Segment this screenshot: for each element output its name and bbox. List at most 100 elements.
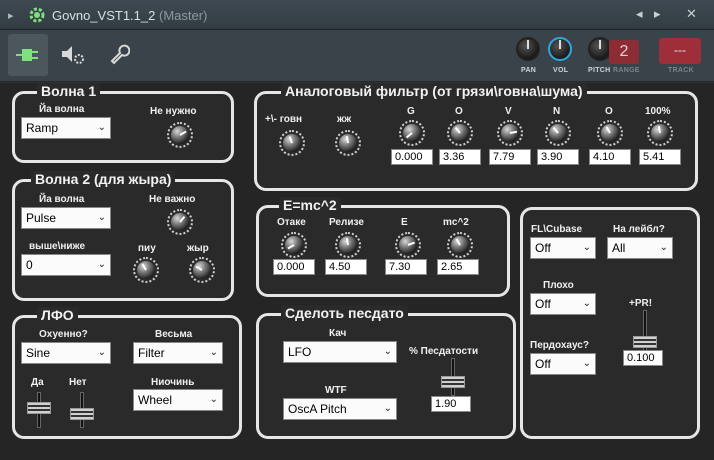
- title-bar: ▸ Govno_VST1.1_2 (Master) ◂ ▸ ✕: [0, 0, 714, 30]
- pitch-range-value[interactable]: 2: [609, 40, 639, 64]
- filter-o2-knob[interactable]: [597, 120, 623, 146]
- track-label: TRACK: [668, 67, 694, 74]
- wave2-title: Волна 2 (для жыра): [31, 171, 176, 187]
- tab-plugin[interactable]: [8, 34, 48, 76]
- filter-v-value[interactable]: 7.79: [489, 149, 531, 165]
- emc-mc2-knob[interactable]: [447, 232, 473, 258]
- next-preset-button[interactable]: ▸: [654, 6, 661, 22]
- filter-n-value[interactable]: 3.90: [537, 149, 579, 165]
- range-label: RANGE: [613, 67, 640, 74]
- pesdato-group: Сделоть песдато Кач LFO ⌄ % Песдатости 1.…: [256, 305, 516, 439]
- lfo-yes-label: Да: [31, 377, 44, 388]
- perd-select[interactable]: Off ⌄: [530, 353, 596, 375]
- tab-settings[interactable]: [52, 34, 92, 76]
- perd-label: Пердохаус?: [530, 340, 589, 351]
- fat-knob[interactable]: [189, 257, 215, 283]
- wave1-wave-select[interactable]: Ramp ⌄: [21, 117, 111, 139]
- filter-v-knob[interactable]: [497, 120, 523, 146]
- wave1-knob[interactable]: [167, 122, 193, 148]
- lfo-very-label: Весьма: [155, 329, 193, 340]
- pr-value[interactable]: 0.100: [623, 350, 663, 366]
- lfo-no-label: Нет: [69, 377, 87, 388]
- filter-n-knob[interactable]: [545, 120, 571, 146]
- close-button[interactable]: ✕: [686, 6, 697, 22]
- emc-release-value[interactable]: 4.50: [325, 259, 367, 275]
- emc-e-knob[interactable]: [395, 232, 421, 258]
- collapse-arrow-icon[interactable]: ▸: [8, 9, 14, 22]
- filter-100-knob[interactable]: [647, 120, 673, 146]
- piu-label: пиу: [138, 243, 156, 254]
- pan-knob[interactable]: [516, 37, 540, 61]
- emc-e-value[interactable]: 7.30: [385, 259, 427, 275]
- flcubase-label: FL\Cubase: [531, 224, 583, 235]
- gear-icon[interactable]: [28, 6, 46, 24]
- volume-knob[interactable]: [548, 37, 572, 61]
- octave-select[interactable]: 0 ⌄: [21, 254, 111, 276]
- lfo-very-select[interactable]: Filter ⌄: [133, 342, 223, 364]
- wtf-label: WTF: [325, 385, 347, 396]
- mixer-track-selector[interactable]: ---: [659, 38, 701, 64]
- bad-select[interactable]: Off ⌄: [530, 293, 596, 315]
- filter-n-label: N: [553, 106, 561, 117]
- kach-select[interactable]: LFO ⌄: [283, 341, 397, 363]
- window-title: Govno_VST1.1_2 (Master): [52, 8, 208, 23]
- wave1-wave-label: Йа волна: [39, 104, 85, 115]
- filter-o1-knob[interactable]: [447, 120, 473, 146]
- plug-icon: [16, 49, 38, 61]
- flcubase-select[interactable]: Off ⌄: [530, 237, 596, 259]
- emc-attack-value[interactable]: 0.000: [273, 259, 315, 275]
- filter-o2-label: O: [605, 106, 613, 117]
- tab-tools[interactable]: [98, 34, 138, 76]
- filter-knob2-label: жж: [337, 114, 352, 125]
- lfo-title: ЛФО: [37, 307, 78, 323]
- piu-knob[interactable]: [133, 257, 159, 283]
- emc-title: E=mc^2: [279, 197, 341, 213]
- filter-knob1-label: +\- говн: [265, 114, 303, 125]
- filter-o1-value[interactable]: 3.36: [439, 149, 481, 165]
- pitch-label: PITCH: [588, 67, 611, 74]
- lfo-yes-slider[interactable]: [27, 392, 51, 428]
- label-release-select[interactable]: All ⌄: [607, 237, 673, 259]
- emc-attack-knob[interactable]: [281, 232, 307, 258]
- bad-label: Плохо: [543, 280, 574, 291]
- filter-title: Аналоговый фильтр (от грязи\говна\шума): [281, 83, 587, 99]
- pesdato-title: Сделоть песдато: [281, 305, 408, 321]
- percent-slider[interactable]: [441, 358, 465, 396]
- wave2-knob-label: Не важно: [149, 194, 196, 205]
- pan-label: PAN: [521, 67, 537, 74]
- kach-label: Кач: [329, 328, 347, 339]
- lfo-awesome-label: Охуенно?: [39, 329, 88, 340]
- label-release-label: На лейбл?: [613, 224, 665, 235]
- filter-g-knob[interactable]: [399, 120, 425, 146]
- wave2-knob[interactable]: [167, 209, 193, 235]
- lfo-awesome-select[interactable]: Sine ⌄: [21, 342, 111, 364]
- filter-knob2[interactable]: [335, 130, 361, 156]
- lfo-nothing-select[interactable]: Wheel ⌄: [133, 389, 223, 411]
- filter-g-value[interactable]: 0.000: [391, 149, 433, 165]
- filter-knob1[interactable]: [279, 130, 305, 156]
- filter-100-value[interactable]: 5.41: [639, 149, 681, 165]
- octave-label: выше\ниже: [29, 241, 86, 252]
- wave1-title: Волна 1: [37, 83, 101, 99]
- emc-release-label: Релизе: [329, 217, 364, 228]
- lfo-group: ЛФО Охуенно? Sine ⌄ Весьма Filter ⌄ Да Нет…: [12, 307, 242, 439]
- toolbar: PAN VOL PITCH RANGE TRACK: [0, 30, 714, 82]
- lfo-no-slider[interactable]: [70, 392, 94, 428]
- wave2-wave-select[interactable]: Pulse ⌄: [21, 207, 111, 229]
- speaker-gear-icon: [62, 46, 84, 64]
- emc-mc2-value[interactable]: 2.65: [437, 259, 479, 275]
- right-group: FL\Cubase Off ⌄ На лейбл? All ⌄ Плохо Off ⌄…: [520, 207, 700, 439]
- volume-label: VOL: [553, 67, 569, 74]
- wave1-group: Волна 1 Йа волна Ramp ⌄ Не нужно: [12, 83, 234, 163]
- pr-label: +PR!: [629, 298, 653, 309]
- emc-release-knob[interactable]: [335, 232, 361, 258]
- plugin-panel: Волна 1 Йа волна Ramp ⌄ Не нужно Волна 2 …: [0, 83, 714, 460]
- prev-preset-button[interactable]: ◂: [636, 6, 643, 22]
- filter-100-label: 100%: [645, 106, 671, 117]
- wtf-select[interactable]: OscA Pitch ⌄: [283, 398, 397, 420]
- filter-g-label: G: [407, 106, 415, 117]
- percent-value[interactable]: 1.90: [431, 396, 471, 412]
- wave1-knob-label: Не нужно: [150, 106, 197, 117]
- wave2-wave-label: Йа волна: [39, 194, 85, 205]
- filter-o2-value[interactable]: 4.10: [589, 149, 631, 165]
